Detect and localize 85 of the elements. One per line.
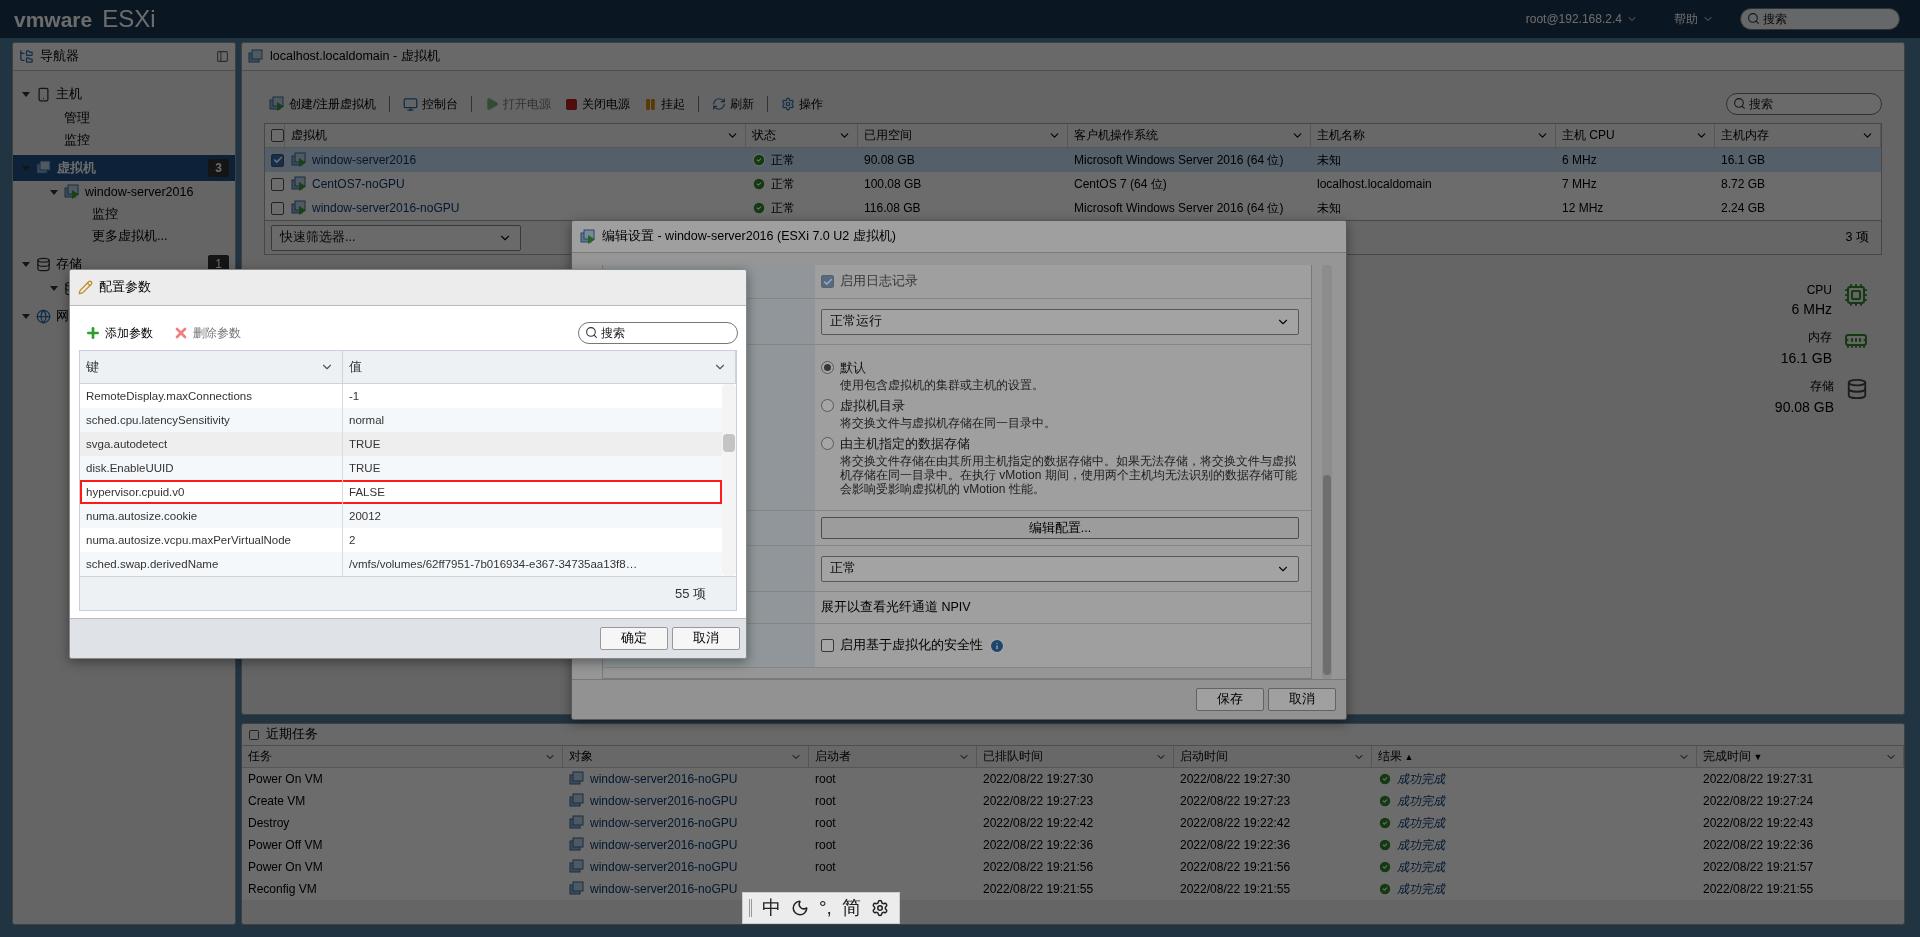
status-text: 正常 <box>771 175 795 193</box>
summary-value: 16.1 GB <box>1780 350 1832 366</box>
table-cell: Microsoft Windows Server 2016 (64 位) <box>1068 196 1311 220</box>
table-cell: root <box>809 790 977 812</box>
radio-label: 默认 <box>840 359 867 377</box>
table-cell-text: -1 <box>348 389 361 404</box>
table-cell-text: normal <box>348 413 386 428</box>
status-text: 正常 <box>771 151 795 169</box>
table-cell: 2022/08/22 19:21:57 <box>1697 856 1904 878</box>
table-cell: CentOS 7 (64 位) <box>1068 172 1311 196</box>
result-text: 成功完成 <box>1397 880 1445 898</box>
summary-label: 存储 <box>1810 378 1834 395</box>
table-cell: 7 MHz <box>1556 172 1715 196</box>
item-count: 55 项 <box>674 584 706 603</box>
table-cell: 2022/08/22 19:27:30 <box>977 768 1174 790</box>
panel-title: 导航器 <box>40 48 79 65</box>
table-cell: 未知 <box>1311 196 1556 220</box>
table-cell: 6 MHz <box>1556 148 1715 172</box>
summary-value: 6 MHz <box>1791 301 1832 317</box>
count-badge: 3 <box>208 159 229 177</box>
table-cell: 2022/08/22 19:22:43 <box>1697 812 1904 834</box>
radio-description: 将交换文件存储在由其所用主机指定的数据存储中。如果无法存储，将交换文件与虚拟机存储在同一目录中。在执行 vMotion 期间，使用两个主机均无法识别的数据存储可能会影响受影响虚拟机的 vMotion 性能。 <box>840 453 1298 496</box>
table-cell: 2.24 GB <box>1715 196 1881 220</box>
table-cell: 8.72 GB <box>1715 172 1881 196</box>
summary-value: 90.08 GB <box>1774 399 1834 415</box>
table-cell: 2022/08/22 19:22:42 <box>977 812 1174 834</box>
result-text: 成功完成 <box>1397 814 1445 832</box>
result-text: 成功完成 <box>1397 770 1445 788</box>
table-cell: 2022/08/22 19:27:23 <box>977 790 1174 812</box>
result-text: 成功完成 <box>1397 792 1445 810</box>
logo: vmware ESXi <box>14 5 156 33</box>
panel-title: 近期任务 <box>266 726 318 743</box>
radio-label: 由主机指定的数据存储 <box>840 435 971 453</box>
table-cell: Create VM <box>242 790 563 812</box>
table-cell: 2022/08/22 19:27:23 <box>1174 790 1372 812</box>
table-cell: 2022/08/22 19:27:24 <box>1697 790 1904 812</box>
table-cell: root <box>809 834 977 856</box>
table-cell: localhost.localdomain <box>1311 172 1556 196</box>
checkbox-label: 启用基于虚拟化的安全性 <box>840 637 983 654</box>
table-cell: 100.08 GB <box>858 172 1068 196</box>
table-cell-text: 20012 <box>348 509 382 524</box>
table-cell: Power On VM <box>242 768 563 790</box>
table-cell: 16.1 GB <box>1715 148 1881 172</box>
table-cell: 116.08 GB <box>858 196 1068 220</box>
table-cell: 2022/08/22 19:21:55 <box>977 878 1174 900</box>
table-cell: Power Off VM <box>242 834 563 856</box>
table-cell-text: /vmfs/volumes/62ff7951-7b016934-e367-34735aa13f8… <box>348 557 639 572</box>
table-cell: Power On VM <box>242 856 563 878</box>
table-cell: 2022/08/22 19:27:31 <box>1697 768 1904 790</box>
table-cell: root <box>809 856 977 878</box>
dialog-title: 编辑设置 - window-server2016 (ESXi 7.0 U2 虚拟机) <box>602 228 896 245</box>
table-cell: root <box>809 812 977 834</box>
radio-description: 将交换文件与虚拟机存储在同一目录中。 <box>840 415 1056 430</box>
table-cell: 未知 <box>1311 148 1556 172</box>
table-cell: Reconfig VM <box>242 878 563 900</box>
table-cell-text: FALSE <box>348 485 386 500</box>
panel-title: localhost.localdomain - 虚拟机 <box>270 48 440 65</box>
table-cell: root <box>809 768 977 790</box>
table-cell: Destroy <box>242 812 563 834</box>
checkbox-label: 启用日志记录 <box>840 273 918 290</box>
table-cell-text: TRUE <box>348 437 382 452</box>
table-cell: 2022/08/22 19:22:36 <box>1697 834 1904 856</box>
status-text: 正常 <box>771 199 795 217</box>
table-cell: Microsoft Windows Server 2016 (64 位) <box>1068 148 1311 172</box>
radio-description: 使用包含虚拟机的集群或主机的设置。 <box>840 377 1044 392</box>
item-count: 3 项 <box>1845 229 1869 246</box>
radio-label: 虚拟机目录 <box>840 397 906 415</box>
table-cell: 90.08 GB <box>858 148 1068 172</box>
summary-label: CPU <box>1806 283 1832 297</box>
table-cell: 2022/08/22 19:27:30 <box>1174 768 1372 790</box>
table-cell-text: 2 <box>348 533 357 548</box>
dialog-title: 配置参数 <box>99 279 151 296</box>
table-cell-text: TRUE <box>348 461 382 476</box>
table-cell: 2022/08/22 19:22:36 <box>977 834 1174 856</box>
info-text: 展开以查看光纤通道 NPIV <box>821 599 972 616</box>
table-cell: 2022/08/22 19:21:56 <box>1174 856 1372 878</box>
table-cell: 2022/08/22 19:21:56 <box>977 856 1174 878</box>
table-cell: 2022/08/22 19:22:42 <box>1174 812 1372 834</box>
result-text: 成功完成 <box>1397 858 1445 876</box>
summary-label: 内存 <box>1808 329 1832 346</box>
result-text: 成功完成 <box>1397 836 1445 854</box>
table-cell: 12 MHz <box>1556 196 1715 220</box>
table-cell: 2022/08/22 19:22:36 <box>1174 834 1372 856</box>
table-cell: 2022/08/22 19:21:55 <box>1174 878 1372 900</box>
table-cell: 2022/08/22 19:21:55 <box>1697 878 1904 900</box>
